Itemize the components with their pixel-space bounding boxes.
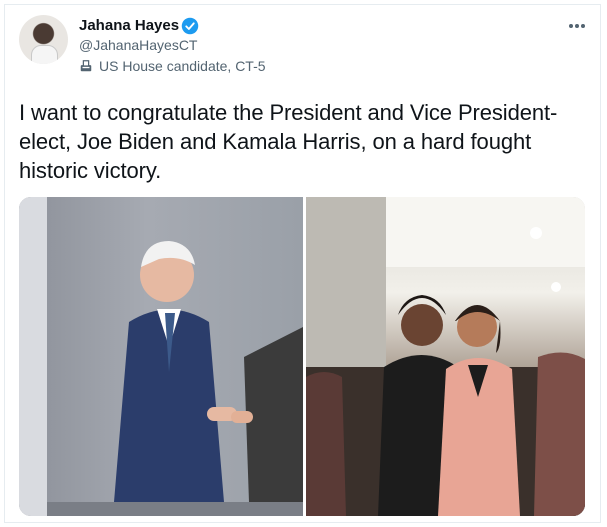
verified-badge-icon <box>181 17 199 35</box>
tweet-media[interactable] <box>19 197 585 516</box>
photo-hayes-harris[interactable] <box>306 197 585 516</box>
user-handle[interactable]: @JahanaHayesCT <box>79 37 198 53</box>
avatar[interactable] <box>19 15 68 64</box>
display-name[interactable]: Jahana Hayes <box>79 16 179 36</box>
photo-left-illustration <box>19 197 303 516</box>
photo-right-illustration <box>306 197 585 516</box>
tweet-text: I want to congratulate the President and… <box>19 100 558 183</box>
photo-biden-handshake[interactable] <box>19 197 303 516</box>
ballot-box-icon <box>80 60 92 72</box>
more-options-icon[interactable] <box>567 20 587 32</box>
candidate-label: US House candidate, CT-5 <box>79 58 266 74</box>
candidate-label-text: US House candidate, CT-5 <box>99 58 266 74</box>
avatar-shirt <box>31 45 58 64</box>
